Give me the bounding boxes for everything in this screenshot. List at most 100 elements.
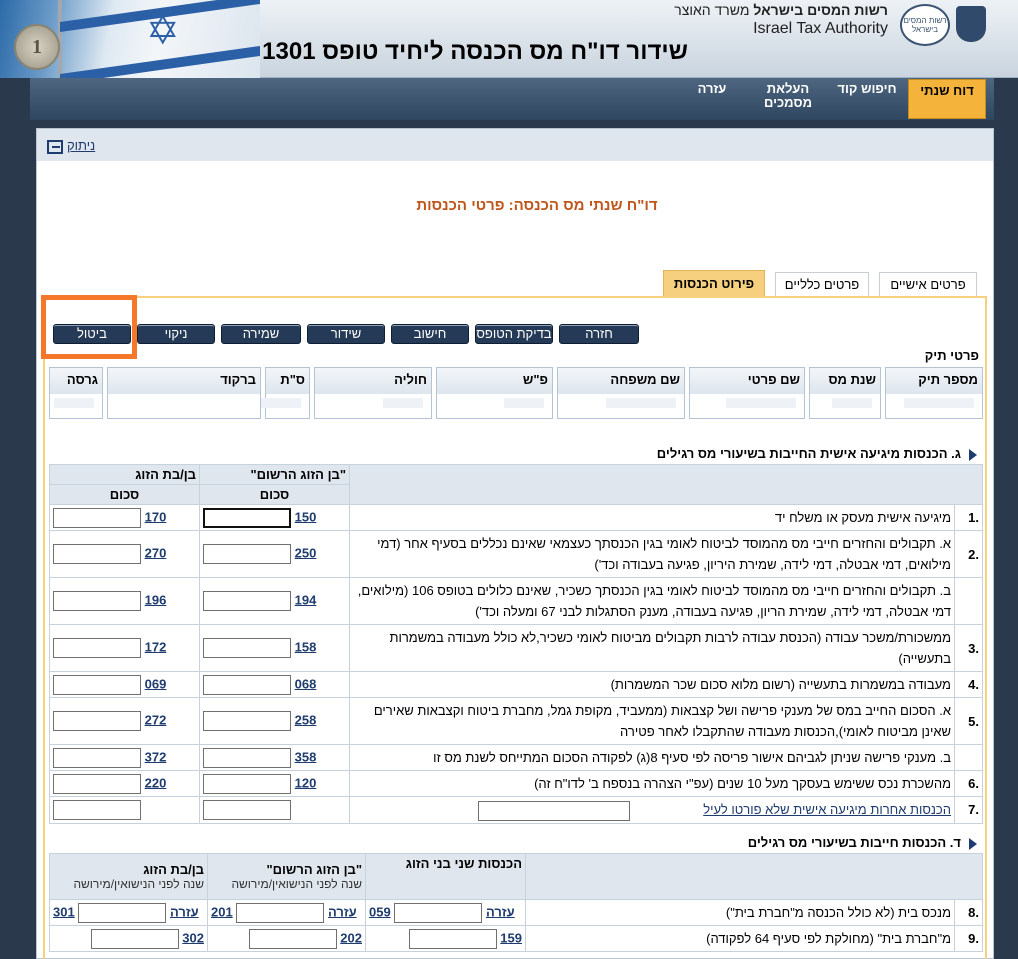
field-code-link[interactable]: 158 <box>295 639 317 654</box>
help-link[interactable]: עזרה <box>170 904 199 919</box>
amount-input[interactable] <box>53 591 141 611</box>
save-button[interactable]: שמירה <box>221 324 301 344</box>
amount-input[interactable] <box>203 747 291 768</box>
file-value <box>315 394 431 416</box>
amount-input[interactable] <box>248 928 337 949</box>
nav-code-search[interactable]: חיפוש קוד <box>832 78 902 120</box>
file-col-header: חוליה <box>315 368 431 394</box>
tab-income-details[interactable]: פירוט הכנסות <box>663 270 765 298</box>
field-code-link[interactable]: 301 <box>53 904 75 919</box>
row-number: 4. <box>954 671 983 698</box>
spouse-cell <box>49 796 200 824</box>
field-code-link[interactable]: 202 <box>340 930 362 945</box>
amount-input[interactable] <box>203 591 291 611</box>
field-code-link[interactable]: 250 <box>295 545 317 560</box>
amount-input[interactable] <box>90 928 179 949</box>
section-d-title: ד. הכנסות חייבות בשיעורי מס רגילים <box>748 835 977 850</box>
transmit-button[interactable]: שידור <box>307 324 385 344</box>
logout-link[interactable]: ניתוק <box>47 138 95 154</box>
table-row: 220 120 מהשכרת נכס ששימש בעסקך מעל 10 שנ… <box>49 770 983 797</box>
amount-input[interactable] <box>408 928 497 949</box>
tab-personal-details[interactable]: פרטים אישיים <box>879 272 977 298</box>
amount-input[interactable] <box>53 799 141 820</box>
amount-input[interactable] <box>203 674 291 695</box>
check-form-button[interactable]: בדיקת הטופס <box>475 324 553 344</box>
amount-input[interactable] <box>394 902 483 923</box>
field-code-link[interactable]: 059 <box>369 904 391 919</box>
row-number: 2. <box>954 530 983 578</box>
field-code-link[interactable]: 272 <box>145 712 167 727</box>
table-row: 270 250 א. תקבולים והחזרים חייבי מס מהמו… <box>49 530 983 578</box>
amount-input[interactable] <box>53 638 141 658</box>
row-description: מהשכרת נכס ששימש בעסקך מעל 10 שנים (עפ"י… <box>349 770 955 797</box>
file-cell-barcode: ברקוד <box>107 367 261 419</box>
field-code-link[interactable]: 220 <box>145 775 167 790</box>
field-code-link[interactable]: 170 <box>145 509 167 524</box>
amount-input[interactable] <box>53 773 141 794</box>
amount-input[interactable] <box>53 747 141 768</box>
field-code-link[interactable]: 069 <box>145 676 167 691</box>
amount-input[interactable] <box>53 507 141 528</box>
field-code-link[interactable]: 258 <box>295 712 317 727</box>
nav-upload-docs[interactable]: העלאת מסמכים <box>752 78 824 120</box>
file-value <box>437 394 552 416</box>
field-code-link[interactable]: 196 <box>145 592 167 607</box>
section-arrow-icon <box>969 448 977 461</box>
file-cell-last-name: שם משפחה <box>557 367 685 419</box>
field-code-link[interactable]: 194 <box>295 592 317 607</box>
table-row: 302 202 159 מ"חברת בית" (מחולקת לפי סעיף… <box>49 925 983 952</box>
field-code-link[interactable]: 270 <box>145 545 167 560</box>
field-code-link[interactable]: 120 <box>295 775 317 790</box>
nav-annual-report[interactable]: דוח שנתי <box>908 79 986 119</box>
amount-input[interactable] <box>78 902 167 923</box>
field-code-link[interactable]: 172 <box>145 639 167 654</box>
help-link[interactable]: עזרה <box>328 904 357 919</box>
field-code-link[interactable]: 159 <box>500 930 522 945</box>
field-code-link[interactable]: 150 <box>295 509 317 524</box>
file-value <box>261 394 309 416</box>
amount-input[interactable] <box>203 638 291 658</box>
spouse-cell: 302 <box>49 925 208 952</box>
col-registered-sub: שנה לפני הנישואין/מירושה <box>231 877 362 891</box>
field-code-link[interactable]: 068 <box>295 676 317 691</box>
star-of-david-icon: ✡ <box>146 9 180 53</box>
file-cell-tax-year: שנת מס <box>809 367 881 419</box>
amount-input[interactable] <box>236 902 325 923</box>
amount-input[interactable] <box>203 711 291 731</box>
other-income-description-input[interactable] <box>477 800 630 821</box>
amount-input[interactable] <box>203 799 291 820</box>
amount-input[interactable] <box>203 507 291 528</box>
row-description: ממשכורת/משכר עבודה (הכנסת עבודה לרבות תק… <box>349 624 955 672</box>
file-value <box>558 394 684 416</box>
row-number <box>954 577 983 625</box>
file-value-redacted <box>904 398 974 408</box>
amount-input[interactable] <box>203 544 291 564</box>
calculate-button[interactable]: חישוב <box>391 324 469 344</box>
registered-cell <box>199 796 350 824</box>
amount-input[interactable] <box>203 773 291 794</box>
table-row: 272 258 א. הסכום החייב במס של מענקי פריש… <box>49 697 983 745</box>
amount-input[interactable] <box>53 544 141 564</box>
sub-toolbar: ניתוק <box>37 129 993 161</box>
nav-help[interactable]: עזרה <box>682 78 742 120</box>
field-code-link[interactable]: 201 <box>211 904 233 919</box>
tax-authority-logo[interactable]: רשות המסים בישראל <box>900 4 950 46</box>
registered-cell: 194 <box>199 577 350 625</box>
authority-name-bold: רשות המסים בישראל <box>753 2 888 18</box>
amount-input[interactable] <box>53 711 141 731</box>
field-code-link[interactable]: 372 <box>145 749 167 764</box>
back-button[interactable]: חזרה <box>559 324 639 344</box>
amount-input[interactable] <box>53 674 141 695</box>
tab-general-details[interactable]: פרטים כלליים <box>775 272 869 298</box>
clear-button[interactable]: ניקוי <box>137 324 215 344</box>
file-cell-office: פ"ש <box>436 367 553 419</box>
help-link[interactable]: עזרה <box>486 904 515 919</box>
row-number: 1. <box>954 504 983 531</box>
field-code-link[interactable]: 358 <box>295 749 317 764</box>
other-income-link[interactable]: הכנסות אחרות מיגיעה אישית שלא פורטו לעיל <box>703 802 951 817</box>
registered-cell: 358 <box>199 744 350 771</box>
field-code-link[interactable]: 302 <box>182 930 204 945</box>
col-spouse-sub: שנה לפני הנישואין/מירושה <box>73 877 204 891</box>
spouse-cell: 220 <box>49 770 200 797</box>
table-row: הכנסות אחרות מיגיעה אישית שלא פורטו לעיל… <box>49 796 983 824</box>
